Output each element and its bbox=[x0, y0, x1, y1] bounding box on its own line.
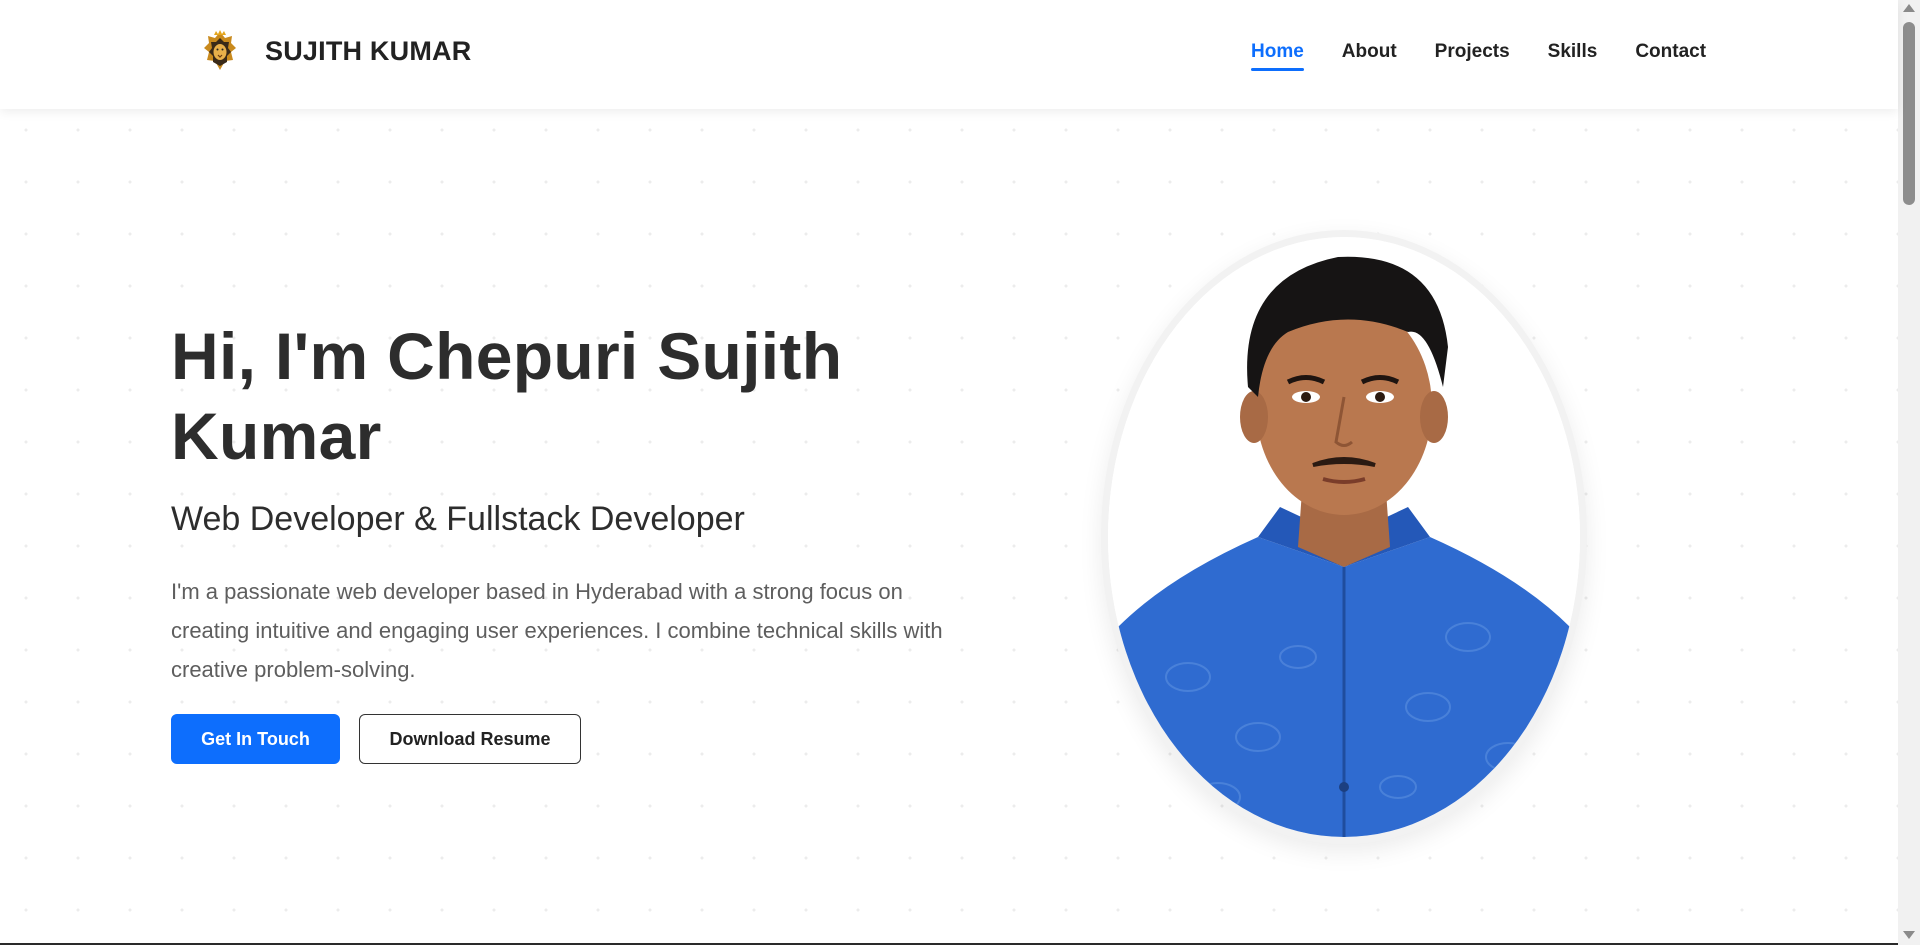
nav-about[interactable]: About bbox=[1342, 41, 1397, 69]
nav-contact[interactable]: Contact bbox=[1635, 41, 1706, 69]
hero-description: I'm a passionate web developer based in … bbox=[171, 579, 943, 682]
get-in-touch-button[interactable]: Get In Touch bbox=[171, 714, 340, 764]
nav-projects[interactable]: Projects bbox=[1435, 41, 1510, 69]
brand[interactable]: SUJITH KUMAR bbox=[203, 30, 471, 72]
download-resume-button[interactable]: Download Resume bbox=[359, 714, 581, 764]
brand-name: SUJITH KUMAR bbox=[265, 35, 472, 66]
nav-skills[interactable]: Skills bbox=[1548, 41, 1598, 69]
nav-home[interactable]: Home bbox=[1251, 41, 1304, 71]
scrollbar[interactable] bbox=[1898, 0, 1920, 945]
scroll-up-arrow-icon[interactable] bbox=[1903, 4, 1915, 12]
scroll-thumb[interactable] bbox=[1903, 22, 1915, 205]
hero-subtitle: Web Developer & Fullstack Developer bbox=[171, 500, 745, 538]
lion-logo-icon bbox=[203, 30, 237, 72]
navbar: SUJITH KUMAR Home About Projects Skills … bbox=[0, 0, 1898, 109]
profile-photo bbox=[1108, 237, 1580, 837]
main-nav: Home About Projects Skills Contact bbox=[1251, 41, 1744, 71]
scroll-down-arrow-icon[interactable] bbox=[1903, 931, 1915, 939]
hero-title: Hi, I'm Chepuri Sujith Kumar bbox=[171, 319, 843, 473]
